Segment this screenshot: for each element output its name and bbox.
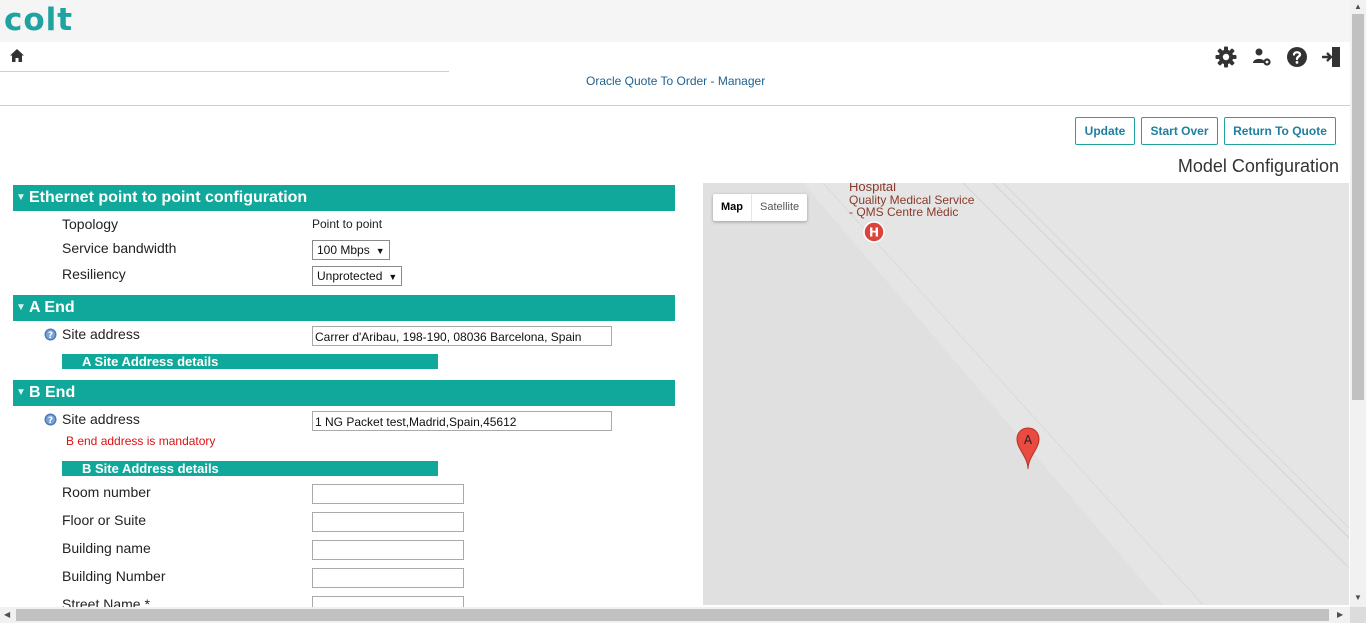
poi-name-cont: - QMS Centre Mèdic <box>849 205 959 219</box>
resiliency-select[interactable]: Unprotected ▼ <box>312 266 403 286</box>
b-site-address-details-header[interactable]: B Site Address details <box>62 461 438 476</box>
scroll-right-arrow-icon[interactable]: ▶ <box>1337 610 1343 620</box>
scroll-down-arrow-icon[interactable]: ▼ <box>1354 593 1362 603</box>
location-marker-label: A <box>1024 433 1033 447</box>
location-marker-icon[interactable]: A <box>1016 427 1040 471</box>
building-name-label: Building name <box>62 540 151 556</box>
section-title: Ethernet point to point configuration <box>29 189 308 206</box>
collapse-triangle-icon: ▼ <box>16 192 26 203</box>
update-button[interactable]: Update <box>1075 117 1135 145</box>
room-number-label: Room number <box>62 484 151 500</box>
topology-label: Topology <box>62 216 119 232</box>
building-number-label: Building Number <box>62 568 166 584</box>
home-icon[interactable] <box>9 48 25 64</box>
app-title: Oracle Quote To Order - Manager <box>586 74 766 88</box>
info-icon[interactable]: ? <box>44 328 57 341</box>
gear-icon[interactable] <box>1214 45 1238 69</box>
section-title: A End <box>29 299 75 316</box>
topology-value: Point to point <box>312 217 383 231</box>
select-value: Unprotected <box>317 269 383 283</box>
collapse-triangle-icon: ▼ <box>16 302 26 313</box>
a-site-address-input[interactable]: Carrer d'Aribau, 198-190, 08036 Barcelon… <box>312 326 612 346</box>
header-toolbar <box>1214 45 1344 69</box>
section-header-b-end[interactable]: ▼ B End <box>13 380 675 406</box>
horizontal-scrollbar[interactable]: ◀ ▶ <box>0 607 1350 623</box>
a-site-address-label: Site address <box>62 326 140 342</box>
divider <box>0 105 1350 106</box>
room-number-input[interactable] <box>312 484 464 504</box>
vertical-scrollbar[interactable]: ▲ ▼ <box>1350 0 1366 607</box>
section-header-a-end[interactable]: ▼ A End <box>13 295 675 321</box>
collapse-triangle-icon: ▼ <box>16 387 26 398</box>
map-canvas <box>703 183 1349 605</box>
map-type-toggle: Map Satellite <box>713 194 808 221</box>
user-settings-icon[interactable] <box>1250 45 1274 69</box>
b-site-address-label: Site address <box>62 411 140 427</box>
building-number-input[interactable] <box>312 568 464 588</box>
svg-text:?: ? <box>48 331 53 341</box>
page-title: Model Configuration <box>1177 156 1339 176</box>
colt-logo: colt <box>4 2 74 38</box>
service-bandwidth-label: Service bandwidth <box>62 240 177 256</box>
floor-input[interactable] <box>312 512 464 532</box>
section-header-ethernet[interactable]: ▼ Ethernet point to point configuration <box>13 185 675 211</box>
select-value: 100 Mbps <box>317 243 370 257</box>
b-end-error-message: B end address is mandatory <box>66 434 216 448</box>
divider <box>0 71 449 72</box>
satellite-tab[interactable]: Satellite <box>751 194 807 221</box>
floor-label: Floor or Suite <box>62 512 147 528</box>
hospital-marker-label: H <box>869 226 879 240</box>
svg-text:?: ? <box>48 416 53 426</box>
building-name-input[interactable] <box>312 540 464 560</box>
service-bandwidth-select[interactable]: 100 Mbps ▼ <box>312 240 390 260</box>
resiliency-label: Resiliency <box>62 266 126 282</box>
scroll-up-arrow-icon[interactable]: ▲ <box>1354 2 1362 12</box>
hospital-poi[interactable]: Hospital Quality Medical Service - QMS C… <box>849 183 974 219</box>
scrollbar-corner <box>1350 607 1366 623</box>
logout-icon[interactable] <box>1320 45 1344 69</box>
section-title: B End <box>29 384 76 401</box>
map-tab[interactable]: Map <box>713 194 751 221</box>
poi-category: Hospital <box>849 183 896 194</box>
return-to-quote-button[interactable]: Return To Quote <box>1224 117 1336 145</box>
dropdown-arrow-icon: ▼ <box>375 246 385 256</box>
start-over-button[interactable]: Start Over <box>1141 117 1218 145</box>
vertical-scroll-thumb[interactable] <box>1352 14 1364 400</box>
map[interactable]: Map Satellite Hospital Quality Medical S… <box>703 183 1349 605</box>
horizontal-scroll-thumb[interactable] <box>16 609 1329 621</box>
top-bar: colt <box>0 0 1350 42</box>
hospital-marker-icon[interactable]: H <box>863 221 885 243</box>
a-site-address-details-header[interactable]: A Site Address details <box>62 354 438 369</box>
info-icon[interactable]: ? <box>44 413 57 426</box>
scroll-left-arrow-icon[interactable]: ◀ <box>4 610 10 620</box>
dropdown-arrow-icon: ▼ <box>388 272 398 282</box>
b-site-address-input[interactable]: 1 NG Packet test,Madrid,Spain,45612 <box>312 411 612 431</box>
help-icon[interactable] <box>1285 45 1309 69</box>
street-name-input[interactable] <box>312 596 464 607</box>
